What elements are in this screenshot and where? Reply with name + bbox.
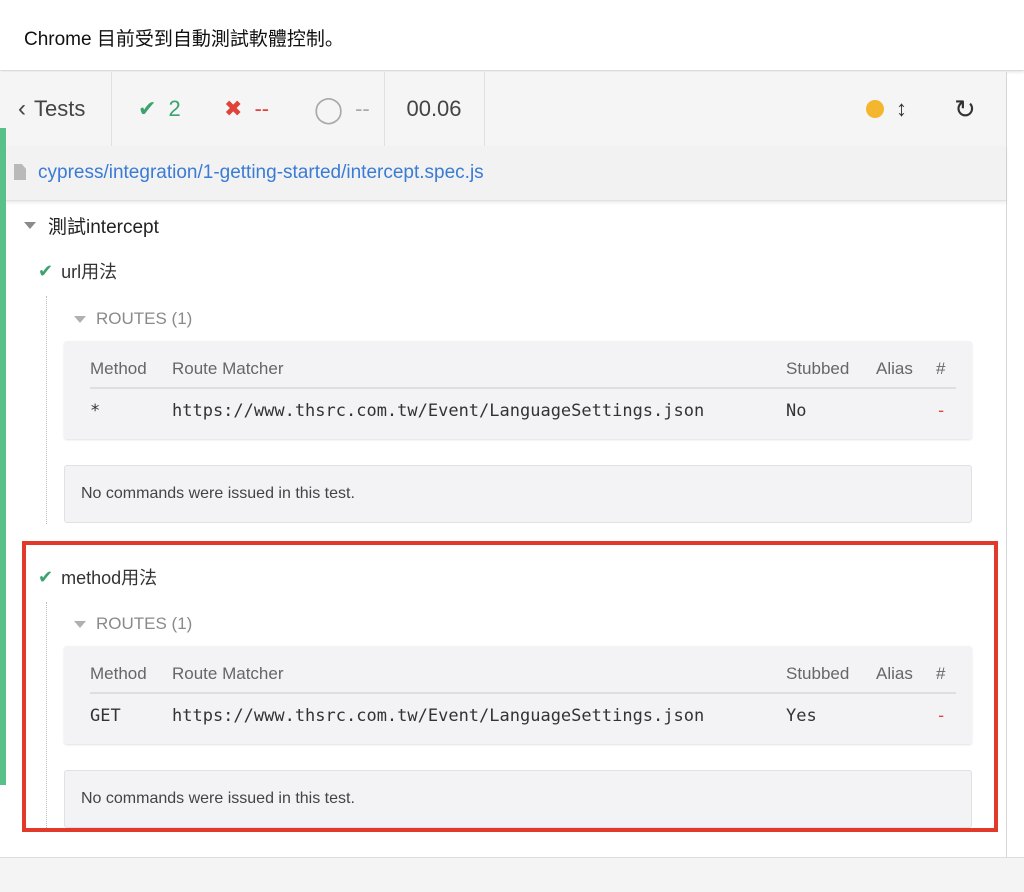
col-route-matcher: Route Matcher [172, 359, 284, 378]
caret-down-icon [74, 315, 86, 323]
no-commands-text: No commands were issued in this test. [81, 790, 355, 807]
pending-value: -- [355, 96, 370, 121]
failed-count[interactable]: ✖ -- [224, 72, 269, 146]
route-method: * [90, 401, 101, 421]
pending-count[interactable]: ◯ -- [314, 72, 370, 146]
test-indent-line [46, 296, 47, 524]
routes-table-header: Method Route Matcher Stubbed Alias # [90, 351, 956, 389]
route-count: - [936, 706, 947, 726]
route-method: GET [90, 706, 121, 726]
test-title-method[interactable]: ✔ method用法 [38, 564, 157, 590]
route-stubbed: No [786, 401, 807, 421]
caret-down-icon [74, 620, 86, 628]
test-title-text: method用法 [61, 568, 158, 588]
routes-table: Method Route Matcher Stubbed Alias # * h… [64, 341, 972, 439]
routes-toggle[interactable]: ROUTES (1) [74, 614, 192, 634]
test-indent-line [46, 602, 47, 828]
routes-label-text: ROUTES (1) [96, 614, 193, 633]
col-count: # [936, 359, 946, 378]
col-stubbed: Stubbed [786, 664, 850, 683]
passed-count[interactable]: ✔ 2 [138, 72, 181, 146]
circle-icon: ◯ [314, 93, 344, 124]
cross-icon: ✖ [224, 96, 243, 121]
col-stubbed: Stubbed [786, 359, 850, 378]
check-icon: ✔ [38, 566, 54, 587]
caret-down-icon [24, 222, 36, 229]
routes-table: Method Route Matcher Stubbed Alias # GET… [64, 646, 972, 744]
suite-title-text: 測試intercept [48, 217, 159, 238]
check-icon: ✔ [138, 96, 157, 121]
route-stubbed: Yes [786, 706, 817, 726]
tests-back-button[interactable]: ‹ Tests [0, 72, 112, 146]
test-title-text: url用法 [61, 262, 118, 282]
col-count: # [936, 664, 946, 683]
col-method: Method [90, 359, 147, 378]
col-method: Method [90, 664, 147, 683]
suite-title[interactable]: 測試intercept [24, 212, 159, 239]
suite-status-bar [0, 128, 6, 785]
spec-file-bar: cypress/integration/1-getting-started/in… [0, 146, 1006, 201]
status-indicator-icon[interactable] [866, 72, 884, 146]
commands-panel: No commands were issued in this test. [64, 770, 972, 828]
bottom-strip [0, 857, 1024, 892]
col-route-matcher: Route Matcher [172, 664, 284, 683]
route-matcher: https://www.thsrc.com.tw/Event/LanguageS… [172, 706, 705, 726]
failed-value: -- [254, 96, 270, 121]
routes-table-header: Method Route Matcher Stubbed Alias # [90, 656, 956, 694]
rerun-icon[interactable]: ↻ [954, 72, 976, 146]
routes-label-text: ROUTES (1) [96, 309, 193, 328]
no-commands-text: No commands were issued in this test. [81, 485, 355, 502]
passed-value: 2 [168, 96, 181, 121]
col-alias: Alias [876, 359, 913, 378]
test-title-url[interactable]: ✔ url用法 [38, 258, 117, 284]
spec-path-link[interactable]: cypress/integration/1-getting-started/in… [38, 162, 484, 184]
routes-toggle[interactable]: ROUTES (1) [74, 309, 192, 329]
table-row: GET https://www.thsrc.com.tw/Event/Langu… [90, 698, 956, 734]
automation-banner-text: Chrome 目前受到自動測試軟體控制。 [24, 29, 344, 50]
automation-banner: Chrome 目前受到自動測試軟體控制。 [0, 0, 1024, 71]
stats-group: ✔ 2 ✖ -- ◯ -- [112, 72, 385, 146]
file-icon [14, 164, 26, 180]
route-matcher: https://www.thsrc.com.tw/Event/LanguageS… [172, 401, 705, 421]
reporter-header: ‹ Tests ✔ 2 ✖ -- ◯ -- 00.06 ↕ ↻ [0, 72, 1006, 147]
commands-panel: No commands were issued in this test. [64, 465, 972, 523]
tests-label: Tests [34, 96, 86, 121]
chevron-left-icon: ‹ [18, 95, 26, 122]
table-row: * https://www.thsrc.com.tw/Event/Languag… [90, 393, 956, 429]
route-count: - [936, 401, 947, 421]
duration: 00.06 [384, 72, 485, 146]
scroll-toggle-icon[interactable]: ↕ [896, 72, 907, 146]
col-alias: Alias [876, 664, 913, 683]
check-icon: ✔ [38, 260, 54, 281]
